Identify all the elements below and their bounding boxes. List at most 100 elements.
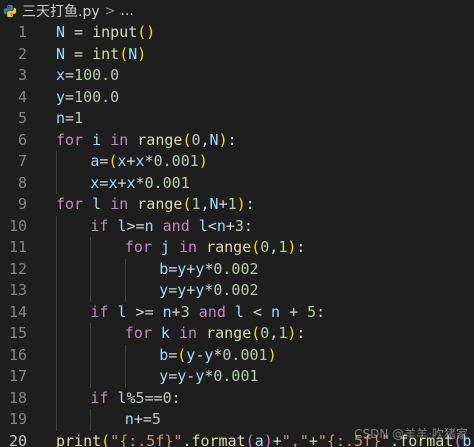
code-token: y <box>159 281 169 299</box>
indent-guide <box>56 151 57 173</box>
code-token: l <box>117 302 127 321</box>
code-area[interactable]: 1N = input() 2 N = int(N) 3 x=100.0 4 y=100.0 5… <box>0 22 474 447</box>
code-line[interactable]: 13 y=y+y*0.002 <box>0 280 474 302</box>
code-token: range <box>137 130 183 149</box>
code-line[interactable]: 8 x=x+x*0.001 <box>0 172 474 195</box>
code-token: y <box>177 367 187 385</box>
code-token: y <box>195 259 205 278</box>
code-token: = <box>168 281 178 299</box>
code-text: if l >= n+3 and l < n + 5: <box>90 302 325 324</box>
code-line[interactable]: 14 if l >= n+3 and l < n + 5: <box>0 301 474 324</box>
code-token: + <box>186 259 196 278</box>
code-token: j <box>160 238 170 256</box>
code-token: 5 <box>135 388 145 407</box>
indent-guide <box>56 344 57 366</box>
code-line[interactable]: 7 a=(x+x*0.001) <box>0 151 474 173</box>
code-text: if l>=n and l<n+3: <box>90 216 253 238</box>
code-token: ( <box>245 431 255 447</box>
code-line[interactable]: 15 for k in range(0,1): <box>0 323 474 345</box>
code-text: for j in range(0,1): <box>125 237 306 259</box>
code-token: 5 <box>151 410 161 428</box>
code-line[interactable]: 18 if l%5==0: <box>0 387 474 410</box>
line-number: 4 <box>17 87 27 106</box>
code-token: 1 <box>278 238 288 256</box>
python-file-icon <box>3 4 17 18</box>
code-token: ) <box>267 345 277 364</box>
breadcrumb-more[interactable]: ... <box>121 3 134 19</box>
code-token: = <box>168 259 178 278</box>
code-token: print <box>56 431 102 447</box>
code-line[interactable]: 5 n=1 <box>0 108 474 130</box>
code-line[interactable]: 4 y=100.0 <box>0 87 474 109</box>
code-token: + <box>126 152 136 170</box>
code-token: x <box>135 152 145 170</box>
line-number: 9 <box>17 195 27 213</box>
code-line[interactable]: 1 N = input() <box>0 22 474 44</box>
code-token: 100.0 <box>74 87 120 106</box>
code-token: = <box>65 87 75 106</box>
code-token: % <box>126 388 136 407</box>
line-number: 10 <box>8 216 27 235</box>
code-token: ( <box>251 238 261 256</box>
code-token: : <box>243 216 253 235</box>
code-token: + <box>272 431 282 447</box>
breadcrumb-separator: > <box>104 3 116 19</box>
code-token: int <box>92 44 120 63</box>
code-line[interactable]: 2N = int(N) <box>0 44 474 66</box>
code-line[interactable]: 3 x=100.0 <box>0 65 474 87</box>
line-number: 7 <box>17 152 27 170</box>
line-number: 6 <box>17 130 27 149</box>
code-token: and <box>198 302 226 321</box>
code-line[interactable]: 10 if l>=n and l<n+3: <box>0 215 474 238</box>
code-line[interactable]: 17 y=y-y*0.001 <box>0 366 474 388</box>
code-token: + <box>280 302 308 321</box>
code-token: = <box>168 345 178 364</box>
code-token: y <box>56 87 66 106</box>
code-line[interactable]: 12 b=y+y*0.002 <box>0 258 474 280</box>
code-token: y <box>177 281 187 299</box>
line-number: 20 <box>8 431 27 447</box>
code-token: 0.001 <box>213 367 259 385</box>
code-text: x=x+x*0.001 <box>90 173 189 195</box>
indent-guide <box>124 366 126 388</box>
code-token: format <box>191 431 246 447</box>
code-token: == <box>144 388 163 407</box>
code-line[interactable]: 16 b=(y-y*0.001) <box>0 344 474 366</box>
code-text: for i in range(0,N): <box>56 130 237 152</box>
code-token: N <box>209 195 219 213</box>
code-token: 0 <box>260 238 270 256</box>
code-token: = <box>65 66 75 84</box>
code-line[interactable]: 6 for i in range(0,N): <box>0 130 474 152</box>
code-token: N <box>128 44 138 63</box>
code-text: if l%5==0: <box>90 388 180 410</box>
code-line[interactable]: 9 for l in range(1,N+1): <box>0 194 474 216</box>
line-number: 3 <box>17 66 27 84</box>
line-number: 2 <box>17 44 27 63</box>
code-token: N <box>209 130 219 149</box>
code-line[interactable]: 11 for j in range(0,1): <box>0 237 474 259</box>
code-token: n <box>56 109 66 127</box>
indent-guide <box>90 258 92 280</box>
code-token: i <box>92 130 102 149</box>
line-number: 16 <box>8 345 27 364</box>
code-token: ) <box>236 195 246 213</box>
code-token: ) <box>137 44 147 63</box>
breadcrumb-file-name[interactable]: 三天打鱼.py <box>22 1 100 21</box>
code-text: x=100.0 <box>56 65 119 87</box>
code-token: - <box>186 367 196 385</box>
code-token: 3 <box>234 216 244 235</box>
line-number: 14 <box>8 302 27 321</box>
code-token: b <box>159 345 169 364</box>
code-text: for k in range(0,1): <box>125 323 306 345</box>
code-token: : <box>316 302 326 321</box>
code-token: l <box>117 388 127 407</box>
code-token: 3 <box>180 302 190 321</box>
